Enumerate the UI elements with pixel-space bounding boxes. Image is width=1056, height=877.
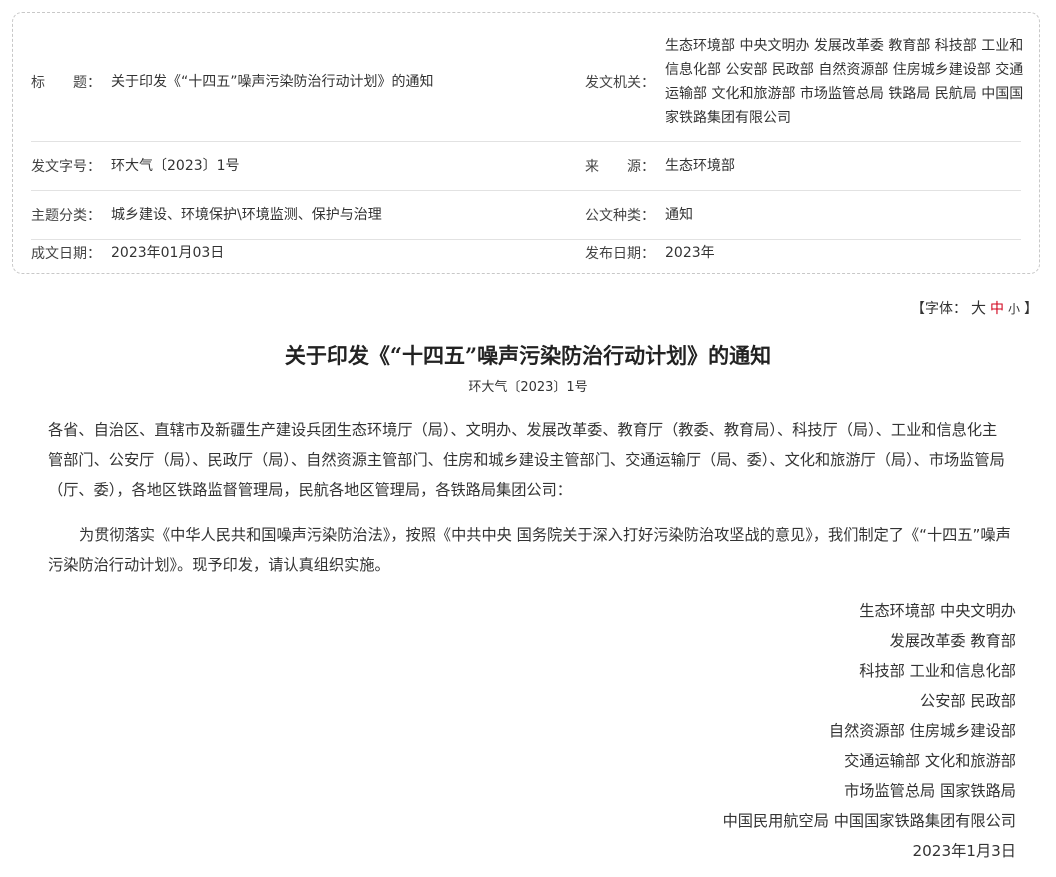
meta-cell-issuer: 发文机关： 生态环境部 中央文明办 发展改革委 教育部 科技部 工业和信息化部 … bbox=[585, 34, 1045, 130]
signature-line: 中国民用航空局 中国国家铁路集团有限公司 bbox=[722, 812, 1016, 830]
font-size-prefix: 【字体： bbox=[910, 301, 967, 317]
meta-row-dates: 成文日期： 2023年01月03日 发布日期： 2023年 bbox=[31, 239, 1021, 266]
meta-cell-docno: 发文字号： 环大气〔2023〕1号 bbox=[31, 154, 591, 178]
meta-value-docno: 环大气〔2023〕1号 bbox=[111, 157, 240, 174]
meta-value-published-date: 2023年 bbox=[665, 244, 715, 261]
meta-cell-topic: 主题分类： 城乡建设、环境保护\环境监测、保护与治理 bbox=[31, 203, 591, 227]
meta-label-issuer: 发文机关： bbox=[585, 75, 655, 91]
signature-date: 2023年1月3日 bbox=[912, 842, 1016, 860]
signature-line: 生态环境部 中央文明办 bbox=[859, 602, 1016, 620]
meta-label-title: 标 题： bbox=[31, 75, 101, 91]
font-size-large-button[interactable]: 大 bbox=[971, 299, 986, 317]
meta-cell-type: 公文种类： 通知 bbox=[585, 203, 1045, 227]
meta-label-docno: 发文字号： bbox=[31, 158, 101, 175]
meta-cell-published-date: 发布日期： 2023年 bbox=[585, 241, 1045, 265]
meta-label-topic: 主题分类： bbox=[31, 207, 101, 224]
meta-cell-written-date: 成文日期： 2023年01月03日 bbox=[31, 241, 591, 265]
signature-line: 市场监管总局 国家铁路局 bbox=[844, 782, 1016, 800]
meta-value-written-date: 2023年01月03日 bbox=[111, 244, 225, 261]
font-size-selector: 【字体：大中小】 bbox=[909, 297, 1040, 318]
font-size-medium-button[interactable]: 中 bbox=[990, 301, 1004, 317]
article-body-paragraph: 为贯彻落实《中华人民共和国噪声污染防治法》，按照《中共中央 国务院关于深入打好污… bbox=[48, 526, 1011, 574]
meta-label-source: 来 源： bbox=[585, 158, 655, 175]
font-size-small-button[interactable]: 小 bbox=[1008, 302, 1020, 316]
article-title: 关于印发《“十四五”噪声污染防治行动计划》的通知 bbox=[284, 343, 772, 368]
meta-value-issuer: 生态环境部 中央文明办 发展改革委 教育部 科技部 工业和信息化部 公安部 民政… bbox=[665, 38, 1024, 126]
meta-value-topic: 城乡建设、环境保护\环境监测、保护与治理 bbox=[111, 206, 382, 223]
meta-row-title: 标 题： 关于印发《“十四五”噪声污染防治行动计划》的通知 发文机关： 生态环境… bbox=[31, 23, 1023, 142]
font-size-suffix: 】 bbox=[1024, 301, 1038, 317]
article-doc-number: 环大气〔2023〕1号 bbox=[468, 380, 588, 395]
meta-value-type: 通知 bbox=[665, 206, 693, 223]
meta-label-published-date: 发布日期： bbox=[585, 245, 655, 262]
meta-value-source: 生态环境部 bbox=[665, 157, 735, 174]
signature-line: 公安部 民政部 bbox=[920, 692, 1016, 710]
article-addressees: 各省、自治区、直辖市及新疆生产建设兵团生态环境厅（局）、文明办、发展改革委、教育… bbox=[48, 421, 1005, 499]
meta-label-written-date: 成文日期： bbox=[31, 245, 101, 262]
document-metadata-box: 标 题： 关于印发《“十四五”噪声污染防治行动计划》的通知 发文机关： 生态环境… bbox=[12, 12, 1040, 274]
signature-line: 发展改革委 教育部 bbox=[889, 632, 1016, 650]
article-signatures: 生态环境部 中央文明办 发展改革委 教育部 科技部 工业和信息化部 公安部 民政… bbox=[723, 596, 1016, 866]
meta-row-topic: 主题分类： 城乡建设、环境保护\环境监测、保护与治理 公文种类： 通知 bbox=[31, 190, 1021, 240]
signature-line: 科技部 工业和信息化部 bbox=[859, 662, 1016, 680]
meta-cell-source: 来 源： 生态环境部 bbox=[585, 154, 1045, 178]
meta-row-docno: 发文字号： 环大气〔2023〕1号 来 源： 生态环境部 bbox=[31, 141, 1021, 191]
signature-line: 交通运输部 文化和旅游部 bbox=[844, 752, 1016, 770]
meta-label-type: 公文种类： bbox=[585, 207, 655, 224]
signature-line: 自然资源部 住房城乡建设部 bbox=[828, 722, 1016, 740]
meta-cell-title: 标 题： 关于印发《“十四五”噪声污染防治行动计划》的通知 bbox=[31, 70, 591, 94]
meta-value-title: 关于印发《“十四五”噪声污染防治行动计划》的通知 bbox=[111, 74, 434, 90]
